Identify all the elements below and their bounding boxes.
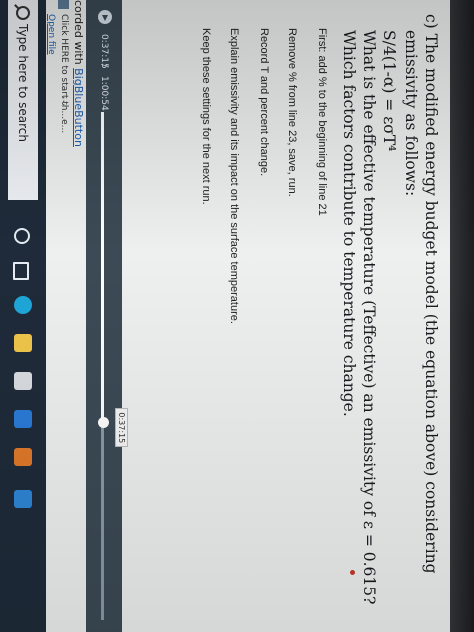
question-effective-temperature: What is the effective temperature (Teffe… — [360, 30, 378, 605]
play-icon[interactable] — [98, 10, 112, 24]
time-separator: / — [99, 64, 109, 68]
taskbar-search-box[interactable]: Type here to search — [8, 0, 38, 200]
question-emissivity-line: emissivity as follows: — [402, 30, 420, 197]
instruction-step: First: add % to the beginning of line 21 — [316, 28, 328, 216]
energy-balance-formula: S/4(1-α) = εσT⁴ — [380, 30, 398, 152]
instruction-step: Remove % from line 23, save, run. — [286, 28, 298, 197]
download-file-icon — [58, 0, 69, 9]
bigbluebutton-link[interactable]: BigBlueButton — [72, 68, 85, 147]
open-file-link[interactable]: Open file — [46, 14, 56, 55]
download-file-name[interactable]: Click HERE to start th...e... — [59, 14, 69, 133]
recorded-with-text: corded with BigBlueButton — [72, 0, 85, 147]
cortana-icon[interactable] — [14, 228, 30, 244]
taskbar: Type here to search — [0, 0, 46, 632]
outlook-icon[interactable] — [14, 410, 32, 428]
progress-slider[interactable]: 0:37:15 — [98, 112, 128, 620]
store-icon[interactable] — [14, 372, 32, 390]
monitor-screen: c) The modified energy budget model (the… — [0, 0, 474, 632]
search-icon — [16, 6, 30, 20]
total-time: 1:00:54 — [99, 76, 109, 111]
progress-handle[interactable] — [98, 417, 109, 429]
question-factors: Which factors contribute to temperature … — [340, 30, 358, 417]
task-view-icon[interactable] — [13, 262, 29, 280]
playback-bar: 0:37:15 / 1:00:54 0:37:15 — [86, 0, 128, 632]
instruction-step: Explain emissivity and its impact on the… — [228, 28, 240, 324]
pointer-dot — [350, 570, 355, 575]
download-menu-icon[interactable]: ... — [60, 96, 73, 107]
app-icon[interactable] — [14, 448, 32, 466]
progress-tooltip: 0:37:15 — [115, 408, 128, 448]
blue-app-icon[interactable] — [14, 490, 32, 508]
monitor-bezel — [450, 0, 474, 632]
edge-icon[interactable] — [14, 296, 32, 314]
instruction-step: Keep these settings for the next run. — [200, 28, 212, 205]
file-explorer-icon[interactable] — [14, 334, 32, 352]
instruction-step: Record T and percent change. — [258, 28, 270, 177]
question-title: c) The modified energy budget model (the… — [422, 14, 440, 574]
progress-fill — [101, 112, 104, 423]
search-placeholder: Type here to search — [16, 24, 30, 142]
recorded-prefix: corded with — [72, 0, 85, 69]
presentation-slide: c) The modified energy budget model (the… — [100, 14, 440, 604]
